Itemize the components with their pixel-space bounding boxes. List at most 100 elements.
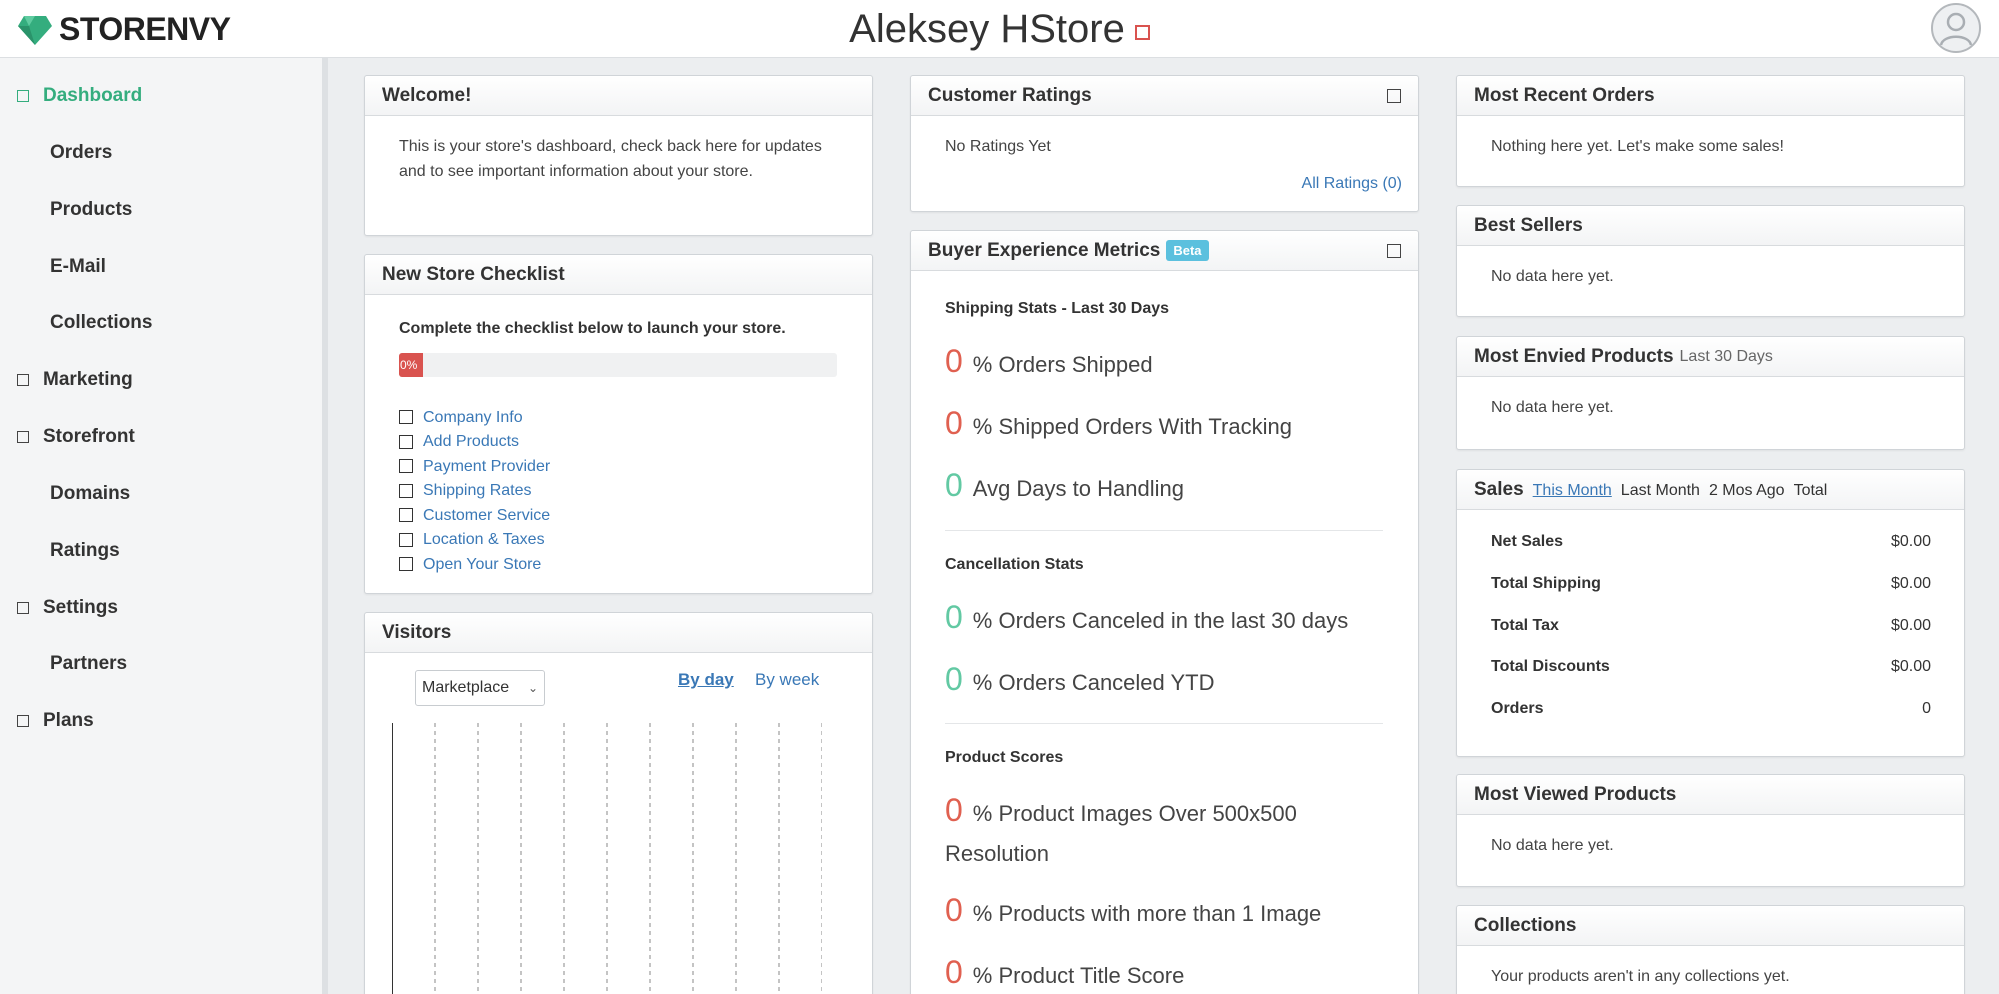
- panel-title: New Store Checklist: [382, 263, 565, 285]
- checkbox[interactable]: [399, 483, 413, 498]
- sidebar-item-marketing[interactable]: Marketing: [0, 365, 133, 395]
- tab-by-week[interactable]: By week: [755, 670, 819, 690]
- checklist-panel: New Store Checklist Complete the checkli…: [364, 254, 873, 594]
- avatar[interactable]: [1931, 3, 1981, 53]
- checkbox[interactable]: [399, 410, 413, 425]
- metric-label: % Orders Canceled in the last 30 days: [972, 608, 1349, 633]
- sidebar-item-products[interactable]: Products: [0, 195, 132, 225]
- metric-value: 0: [945, 467, 963, 503]
- sidebar-item-storefront[interactable]: Storefront: [0, 422, 135, 452]
- sales-value: $0.00: [1890, 617, 1931, 634]
- collapse-icon[interactable]: [1387, 89, 1401, 103]
- list-item[interactable]: Company Info: [399, 405, 838, 430]
- sidebar-item-dashboard[interactable]: Dashboard: [0, 81, 142, 111]
- checklist-link[interactable]: Payment Provider: [423, 454, 550, 479]
- checkbox[interactable]: [399, 557, 413, 572]
- sales-row: Total Shipping $0.00: [1491, 575, 1931, 593]
- metric-row: 0 % Orders Canceled YTD: [945, 661, 1215, 698]
- panel-header: Best Sellers: [1457, 206, 1964, 246]
- tab-by-day[interactable]: By day: [678, 670, 734, 690]
- checklist-link[interactable]: Add Products: [423, 429, 519, 454]
- shipping-stats-title: Shipping Stats - Last 30 Days: [945, 300, 1170, 317]
- metric-value: 0: [945, 892, 963, 928]
- list-item[interactable]: Shipping Rates: [399, 479, 838, 504]
- sales-label: Orders: [1491, 700, 1544, 717]
- sidebar-item-label: E-Mail: [50, 256, 106, 277]
- sidebar-item-plans[interactable]: Plans: [0, 706, 94, 736]
- sidebar-item-email[interactable]: E-Mail: [0, 252, 106, 282]
- sidebar-item-ratings[interactable]: Ratings: [0, 536, 120, 566]
- checklist-link[interactable]: Shipping Rates: [423, 478, 532, 503]
- sidebar-item-orders[interactable]: Orders: [0, 138, 112, 168]
- square-icon: [17, 90, 29, 102]
- panel-header: Most Envied Products Last 30 Days: [1457, 337, 1964, 377]
- tab-2-mos-ago[interactable]: 2 Mos Ago: [1709, 482, 1785, 500]
- metric-row: 0 % Shipped Orders With Tracking: [945, 405, 1292, 442]
- sales-label: Total Discounts: [1491, 658, 1610, 675]
- metric-row: 0 % Orders Canceled in the last 30 days: [945, 599, 1348, 636]
- viewed-panel: Most Viewed Products No data here yet.: [1456, 774, 1965, 887]
- checkbox[interactable]: [399, 434, 413, 449]
- sidebar-item-label: Partners: [50, 653, 128, 674]
- panel-title: Visitors: [382, 621, 452, 643]
- tab-total[interactable]: Total: [1794, 482, 1828, 500]
- collections-panel: Collections Your products aren't in any …: [1456, 905, 1965, 994]
- checkbox[interactable]: [399, 508, 413, 523]
- sidebar-item-domains[interactable]: Domains: [0, 479, 130, 509]
- cancellation-stats-title: Cancellation Stats: [945, 556, 1084, 573]
- recent-orders-panel: Most Recent Orders Nothing here yet. Let…: [1456, 75, 1965, 187]
- store-status-icon[interactable]: [1134, 25, 1150, 40]
- checkbox[interactable]: [399, 459, 413, 474]
- metric-label: % Orders Shipped: [972, 352, 1153, 377]
- beta-badge: Beta: [1166, 240, 1209, 261]
- checklist-link[interactable]: Location & Taxes: [423, 527, 545, 552]
- all-ratings-link[interactable]: All Ratings (0): [1302, 175, 1402, 192]
- checklist-link[interactable]: Company Info: [423, 405, 523, 430]
- visitors-panel: Visitors Marketplace ⌄ By day By week: [364, 612, 873, 994]
- sidebar-item-label: Orders: [50, 142, 113, 163]
- list-item[interactable]: Add Products: [399, 430, 838, 455]
- list-item[interactable]: Location & Taxes: [399, 528, 838, 553]
- tab-this-month[interactable]: This Month: [1533, 482, 1612, 500]
- metric-row: 0 % Orders Shipped: [945, 343, 1153, 380]
- sidebar-item-label: Collections: [50, 312, 153, 333]
- list-item[interactable]: Open Your Store: [399, 552, 838, 577]
- sidebar-item-collections[interactable]: Collections: [0, 308, 152, 338]
- sidebar-item-partners[interactable]: Partners: [0, 649, 127, 679]
- metric-label: % Shipped Orders With Tracking: [972, 414, 1292, 439]
- tab-last-month[interactable]: Last Month: [1621, 482, 1700, 500]
- best-sellers-panel: Best Sellers No data here yet.: [1456, 205, 1965, 317]
- list-item[interactable]: Payment Provider: [399, 454, 838, 479]
- sales-label: Net Sales: [1491, 533, 1564, 550]
- metrics-panel: Buyer Experience Metrics Beta Shipping St…: [910, 230, 1419, 994]
- checklist-body: Complete the checklist below to launch y…: [365, 295, 872, 595]
- sidebar-item-settings[interactable]: Settings: [0, 593, 118, 623]
- panel-title: Most Recent Orders: [1474, 84, 1655, 106]
- collapse-icon[interactable]: [1387, 244, 1401, 258]
- divider: [945, 723, 1383, 724]
- progress-bar: 0%: [399, 353, 837, 377]
- checklist-link[interactable]: Customer Service: [423, 503, 550, 528]
- visitors-chart: [392, 723, 822, 994]
- sidebar-item-label: Storefront: [43, 426, 135, 447]
- envied-panel: Most Envied Products Last 30 Days No data…: [1456, 336, 1965, 450]
- sales-row: Total Tax $0.00: [1491, 617, 1931, 635]
- panel-title: Collections: [1474, 914, 1577, 936]
- traffic-source-select[interactable]: Marketplace ⌄: [415, 670, 545, 706]
- welcome-panel: Welcome! This is your store's dashboard,…: [364, 75, 873, 236]
- sales-row: Orders 0: [1491, 700, 1931, 718]
- sales-row: Total Discounts $0.00: [1491, 658, 1931, 676]
- square-icon: [17, 431, 29, 443]
- chevron-down-icon: ⌄: [527, 681, 538, 695]
- checklist-link[interactable]: Open Your Store: [423, 552, 541, 577]
- metric-value: 0: [945, 792, 963, 828]
- sidebar-item-label: Plans: [43, 710, 94, 731]
- metric-label: % Products with more than 1 Image: [972, 901, 1322, 926]
- sales-panel: Sales This Month Last Month 2 Mos Ago To…: [1456, 469, 1965, 757]
- metric-label: % Orders Canceled YTD: [972, 670, 1215, 695]
- list-item[interactable]: Customer Service: [399, 503, 838, 528]
- select-value: Marketplace: [422, 679, 510, 696]
- metric-value: 0: [945, 405, 963, 441]
- checkbox[interactable]: [399, 532, 413, 547]
- panel-title: Best Sellers: [1474, 214, 1583, 236]
